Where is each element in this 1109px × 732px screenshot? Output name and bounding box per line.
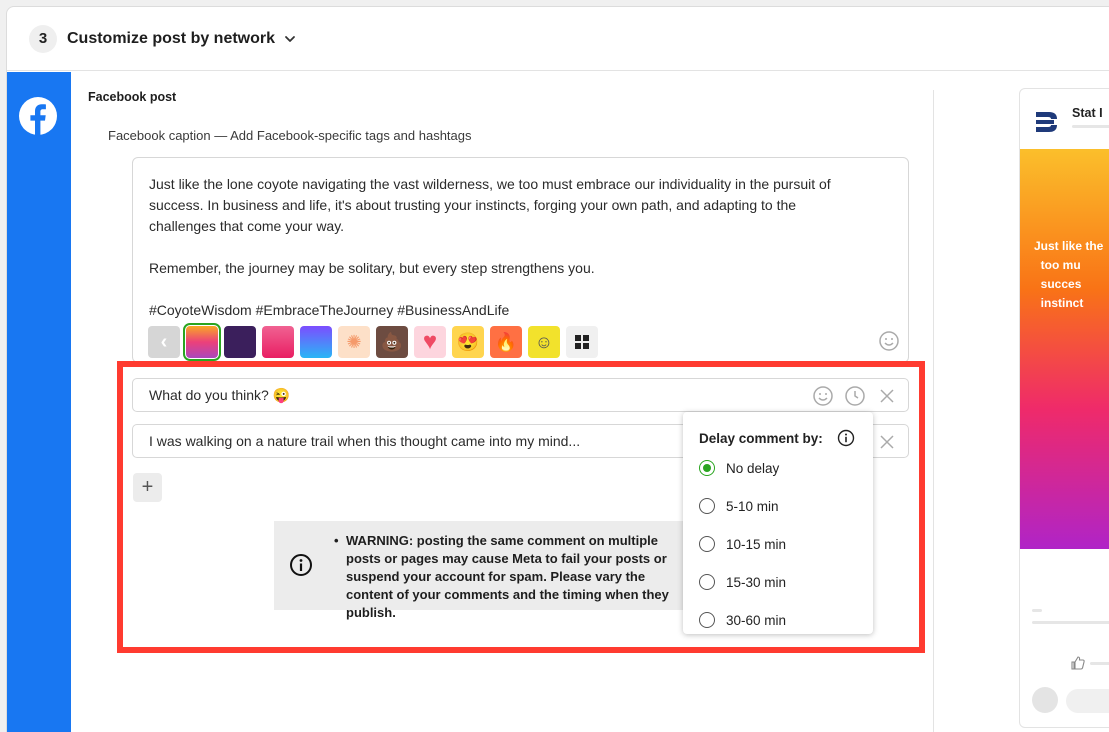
delay-option-5-10[interactable]: 5-10 min xyxy=(699,498,779,514)
first-comment-field[interactable]: What do you think? 😜 xyxy=(132,378,909,412)
brand-logo-icon xyxy=(1036,112,1057,132)
background-prev-button[interactable]: ‹ xyxy=(148,326,180,358)
delay-option-10-15[interactable]: 10-15 min xyxy=(699,536,786,552)
avatar xyxy=(1032,687,1058,713)
column-divider xyxy=(933,90,934,732)
preview-placeholder-line xyxy=(1032,621,1109,624)
option-label: 30-60 min xyxy=(726,612,787,628)
background-option[interactable] xyxy=(300,326,332,358)
preview-image-text: Just like the too mu succes instinct xyxy=(1034,239,1104,310)
warning-message: WARNING: posting the same comment on mul… xyxy=(346,533,669,620)
spam-warning-box: • WARNING: posting the same comment on m… xyxy=(274,521,694,620)
first-comment-text: What do you think? 😜 xyxy=(149,387,291,403)
radio[interactable] xyxy=(699,536,715,552)
comment-input-placeholder xyxy=(1066,689,1109,713)
background-option[interactable] xyxy=(224,326,256,358)
chevron-down-icon[interactable] xyxy=(283,32,297,46)
emoji-icon[interactable] xyxy=(812,385,834,407)
emoji-icon[interactable] xyxy=(878,330,900,352)
delay-option-30-60[interactable]: 30-60 min xyxy=(699,612,786,628)
option-label: No delay xyxy=(726,460,780,476)
section-title: Customize post by network xyxy=(67,29,276,47)
step-number-badge: 3 xyxy=(29,24,57,53)
close-icon[interactable] xyxy=(876,431,898,453)
delay-option-15-30[interactable]: 15-30 min xyxy=(699,574,786,590)
post-title: Facebook post xyxy=(88,90,177,104)
caption-editor[interactable]: Just like the lone coyote navigating the… xyxy=(132,157,909,363)
option-label: 15-30 min xyxy=(726,574,787,590)
background-option[interactable] xyxy=(262,326,294,358)
option-label: 5-10 min xyxy=(726,498,779,514)
facebook-network-bar xyxy=(7,72,71,732)
background-option[interactable]: 💩 xyxy=(376,326,408,358)
info-icon xyxy=(290,554,312,576)
add-comment-button[interactable]: + xyxy=(133,473,162,502)
post-preview: Stat I Just like the too mu succes insti… xyxy=(1019,88,1109,728)
radio[interactable] xyxy=(699,574,715,590)
preview-placeholder-line xyxy=(1032,609,1042,612)
delay-option-no-delay[interactable]: No delay xyxy=(699,460,779,476)
warning-text: • WARNING: posting the same comment on m… xyxy=(334,532,691,622)
facebook-icon xyxy=(19,97,57,135)
caption-label: Facebook caption — Add Facebook-specific… xyxy=(108,128,472,143)
close-icon[interactable] xyxy=(876,385,898,407)
radio[interactable] xyxy=(699,612,715,628)
background-option[interactable] xyxy=(183,323,221,361)
option-label: 10-15 min xyxy=(726,536,787,552)
preview-image xyxy=(1020,149,1109,549)
clock-icon[interactable] xyxy=(844,385,866,407)
background-option[interactable]: ✺ xyxy=(338,326,370,358)
caption-text[interactable]: Just like the lone coyote navigating the… xyxy=(149,174,889,321)
preview-placeholder-line xyxy=(1072,125,1109,128)
second-comment-text: I was walking on a nature trail when thi… xyxy=(149,433,581,449)
section-header[interactable]: 3 Customize post by network xyxy=(7,7,1109,71)
radio[interactable] xyxy=(699,498,715,514)
thumbs-up-icon xyxy=(1071,656,1085,670)
radio-selected[interactable] xyxy=(699,460,715,476)
background-option[interactable]: 😍 xyxy=(452,326,484,358)
background-option[interactable]: 🔥 xyxy=(490,326,522,358)
bullet: • xyxy=(334,533,339,548)
background-picker: ‹ ✺ 💩 ♥ 😍 🔥 ☺ xyxy=(148,323,598,361)
info-icon[interactable] xyxy=(837,429,855,447)
preview-account-name: Stat I xyxy=(1072,106,1103,120)
background-option[interactable]: ♥ xyxy=(414,326,446,358)
background-grid-button[interactable] xyxy=(566,326,598,358)
grid-icon xyxy=(575,335,589,349)
background-option[interactable]: ☺ xyxy=(528,326,560,358)
delay-menu-title: Delay comment by: xyxy=(699,431,823,446)
delay-comment-menu: Delay comment by: No delay 5-10 min 10-1… xyxy=(683,412,873,634)
preview-placeholder-line xyxy=(1090,662,1109,665)
